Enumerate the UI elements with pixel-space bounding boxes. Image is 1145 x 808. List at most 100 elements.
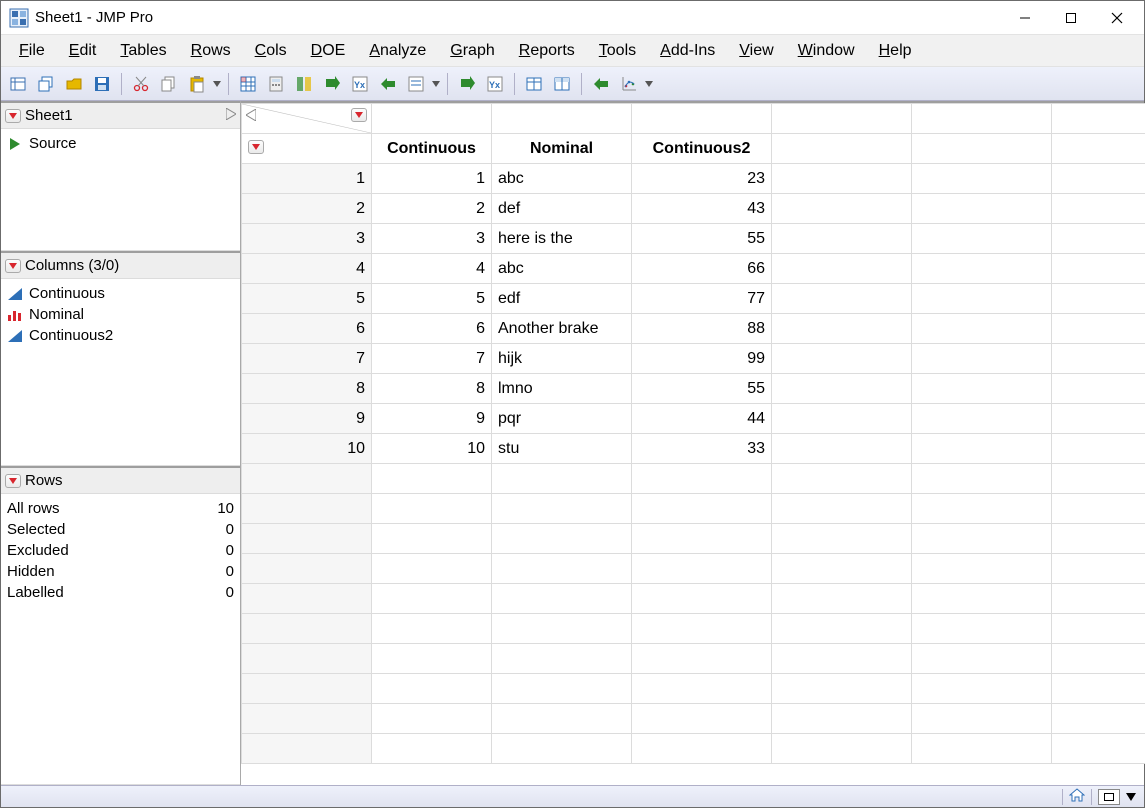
disclosure-icon[interactable] xyxy=(5,259,21,273)
cell-blank[interactable] xyxy=(632,494,772,524)
edit-formula-icon[interactable] xyxy=(403,71,429,97)
cell-blank[interactable] xyxy=(912,314,1052,344)
cell-blank[interactable] xyxy=(1052,734,1145,764)
row-number[interactable]: 2 xyxy=(242,194,372,224)
data-grid[interactable]: ContinuousNominalContinuous211abc2322def… xyxy=(241,103,1145,764)
col-header-continuous2[interactable]: Continuous2 xyxy=(632,134,772,164)
cell-blank[interactable] xyxy=(772,704,912,734)
cell-continuous2[interactable]: 88 xyxy=(632,314,772,344)
view-mode-button[interactable] xyxy=(1098,789,1120,805)
table-row-empty[interactable] xyxy=(242,734,1145,764)
cell-blank[interactable] xyxy=(372,554,492,584)
cell-blank[interactable] xyxy=(772,734,912,764)
cell-blank[interactable] xyxy=(632,674,772,704)
col-head-blank[interactable] xyxy=(372,104,492,134)
cell-blank[interactable] xyxy=(372,494,492,524)
save-icon[interactable] xyxy=(89,71,115,97)
cell-blank[interactable] xyxy=(912,524,1052,554)
source-row[interactable]: Source xyxy=(7,133,234,154)
cell-blank[interactable] xyxy=(1052,554,1145,584)
close-button[interactable] xyxy=(1094,2,1140,34)
cell-continuous2[interactable]: 99 xyxy=(632,344,772,374)
toolbar-dropdown-icon[interactable] xyxy=(431,81,441,87)
menu-window[interactable]: Window xyxy=(786,38,867,64)
col-head-blank[interactable] xyxy=(632,104,772,134)
cell-continuous2[interactable]: 55 xyxy=(632,224,772,254)
cell-blank[interactable] xyxy=(1052,524,1145,554)
transform2-icon[interactable] xyxy=(588,71,614,97)
cell-blank[interactable] xyxy=(492,464,632,494)
menu-tables[interactable]: Tables xyxy=(108,38,178,64)
cell-blank[interactable] xyxy=(1052,614,1145,644)
play-icon[interactable] xyxy=(226,107,236,124)
cell-blank[interactable] xyxy=(492,644,632,674)
stat-row-excluded[interactable]: Excluded0 xyxy=(7,540,234,561)
column-row-continuous2[interactable]: Continuous2 xyxy=(7,325,234,346)
arrow-right-icon[interactable] xyxy=(319,71,345,97)
cell-continuous2[interactable]: 66 xyxy=(632,254,772,284)
cell-blank[interactable] xyxy=(912,704,1052,734)
cell-blank[interactable] xyxy=(372,734,492,764)
cell-blank[interactable] xyxy=(912,614,1052,644)
table-row[interactable]: 77hijk99 xyxy=(242,344,1145,374)
menu-edit[interactable]: Edit xyxy=(57,38,109,64)
column-row-continuous[interactable]: Continuous xyxy=(7,283,234,304)
fx2-icon[interactable]: Yx xyxy=(482,71,508,97)
cell-blank[interactable] xyxy=(912,734,1052,764)
menu-rows[interactable]: Rows xyxy=(179,38,243,64)
table-row[interactable]: 1010stu33 xyxy=(242,434,1145,464)
cell-continuous[interactable]: 10 xyxy=(372,434,492,464)
cell-continuous[interactable]: 2 xyxy=(372,194,492,224)
cell-blank[interactable] xyxy=(772,554,912,584)
cell-blank[interactable] xyxy=(1052,344,1145,374)
cell-blank[interactable] xyxy=(912,554,1052,584)
table-row-empty[interactable] xyxy=(242,464,1145,494)
cell-blank[interactable] xyxy=(772,584,912,614)
cell-blank[interactable] xyxy=(912,434,1052,464)
row-number[interactable]: 6 xyxy=(242,314,372,344)
open-icon[interactable] xyxy=(61,71,87,97)
cell-blank[interactable] xyxy=(772,314,912,344)
cell-nominal[interactable]: Another brake xyxy=(492,314,632,344)
row-number-blank[interactable] xyxy=(242,734,372,764)
cell-blank[interactable] xyxy=(372,584,492,614)
table-row[interactable]: 99pqr44 xyxy=(242,404,1145,434)
cell-blank[interactable] xyxy=(772,404,912,434)
row-number-blank[interactable] xyxy=(242,674,372,704)
table-summary-icon[interactable] xyxy=(549,71,575,97)
table-row[interactable]: 22def43 xyxy=(242,194,1145,224)
cell-blank[interactable] xyxy=(492,674,632,704)
table-row[interactable]: 44abc66 xyxy=(242,254,1145,284)
cell-nominal[interactable]: def xyxy=(492,194,632,224)
cell-continuous[interactable]: 3 xyxy=(372,224,492,254)
cell-nominal[interactable]: abc xyxy=(492,254,632,284)
cell-blank[interactable] xyxy=(632,524,772,554)
cell-blank[interactable] xyxy=(1052,704,1145,734)
cell-blank[interactable] xyxy=(1052,674,1145,704)
cell-nominal[interactable]: stu xyxy=(492,434,632,464)
columns-panel-header[interactable]: Columns (3/0) xyxy=(1,253,240,279)
cell-blank[interactable] xyxy=(912,464,1052,494)
table-row-empty[interactable] xyxy=(242,584,1145,614)
disclosure-icon[interactable] xyxy=(5,109,21,123)
cell-blank[interactable] xyxy=(372,464,492,494)
cell-blank[interactable] xyxy=(772,674,912,704)
table-row-empty[interactable] xyxy=(242,674,1145,704)
cell-blank[interactable] xyxy=(912,374,1052,404)
cell-continuous[interactable]: 1 xyxy=(372,164,492,194)
minimize-button[interactable] xyxy=(1002,2,1048,34)
col-header-blank[interactable] xyxy=(772,134,912,164)
row-number-blank[interactable] xyxy=(242,494,372,524)
cell-blank[interactable] xyxy=(632,644,772,674)
cell-blank[interactable] xyxy=(772,524,912,554)
menu-add-ins[interactable]: Add-Ins xyxy=(648,38,727,64)
cell-blank[interactable] xyxy=(1052,224,1145,254)
cell-continuous2[interactable]: 77 xyxy=(632,284,772,314)
cell-blank[interactable] xyxy=(1052,164,1145,194)
cell-blank[interactable] xyxy=(912,644,1052,674)
menu-graph[interactable]: Graph xyxy=(438,38,506,64)
cell-blank[interactable] xyxy=(492,614,632,644)
copy-window-icon[interactable] xyxy=(33,71,59,97)
table-row[interactable]: 55edf77 xyxy=(242,284,1145,314)
table-row[interactable]: 11abc23 xyxy=(242,164,1145,194)
